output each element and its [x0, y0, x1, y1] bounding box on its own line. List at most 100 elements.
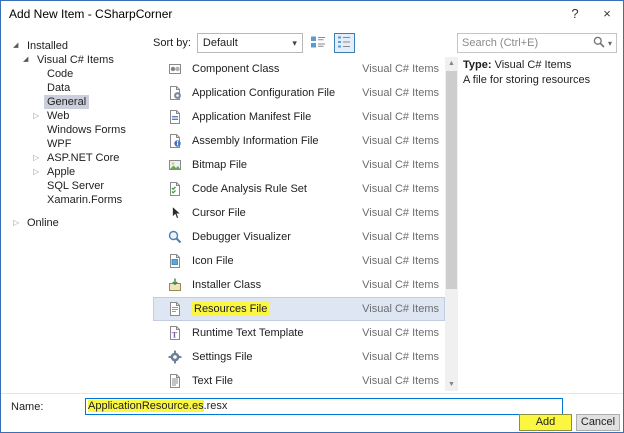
close-button[interactable]: ×	[591, 1, 623, 27]
tree-node-label: WPF	[47, 138, 72, 150]
template-item-name: Application Manifest File	[192, 111, 312, 123]
expanded-icon[interactable]: ◢	[13, 39, 24, 53]
template-item-row[interactable]: Installer Class Visual C# Items	[153, 273, 445, 297]
add-button[interactable]: Add	[519, 414, 572, 431]
application-manifest-icon	[167, 109, 183, 125]
medium-icons-view-icon	[310, 34, 326, 53]
runtime-text-template-icon: T	[167, 325, 183, 341]
template-item-row[interactable]: Application Manifest File Visual C# Items	[153, 105, 445, 129]
template-list: Component Class Visual C# Items Applicatio…	[153, 57, 445, 391]
tree-node-windows-forms[interactable]: Windows Forms	[9, 123, 149, 137]
template-item-group: Visual C# Items	[362, 135, 439, 147]
tree-node-wpf[interactable]: WPF	[9, 137, 149, 151]
template-item-name: Component Class	[192, 63, 280, 75]
small-icons-view-icon	[336, 34, 352, 53]
template-item-row[interactable]: Assembly Information File Visual C# Items	[153, 129, 445, 153]
medium-icons-view-button[interactable]	[308, 33, 329, 53]
tree-node-label: SQL Server	[47, 180, 105, 192]
template-item-row[interactable]: Code Analysis Rule Set Visual C# Items	[153, 177, 445, 201]
name-value-highlighted: ApplicationResource.es	[88, 400, 204, 412]
collapsed-icon[interactable]: ▷	[33, 165, 44, 179]
scrollbar-thumb[interactable]	[446, 71, 457, 289]
collapsed-icon[interactable]: ▷	[33, 151, 44, 165]
tree-node-data[interactable]: Data	[9, 81, 149, 95]
collapsed-icon[interactable]: ▷	[13, 216, 24, 230]
scroll-down-icon[interactable]: ▼	[445, 378, 458, 391]
tree-node-general[interactable]: General	[9, 95, 149, 109]
template-item-group: Visual C# Items	[362, 375, 439, 387]
tree-node-label: Installed	[27, 40, 68, 52]
template-item-group: Visual C# Items	[362, 279, 439, 291]
tree-node-label: Visual C# Items	[37, 54, 114, 66]
search-input[interactable]: Search (Ctrl+E)	[462, 37, 592, 49]
template-item-row[interactable]: Bitmap File Visual C# Items	[153, 153, 445, 177]
template-item-row[interactable]: Text File Visual C# Items	[153, 369, 445, 391]
category-tree: ◢ Installed ◢ Visual C# Items Code Data Genera…	[9, 39, 149, 388]
help-button[interactable]: ?	[559, 1, 591, 27]
tree-node-code[interactable]: Code	[9, 67, 149, 81]
template-item-name: Code Analysis Rule Set	[192, 183, 307, 195]
template-item-row[interactable]: Component Class Visual C# Items	[153, 57, 445, 81]
sort-by-dropdown[interactable]: Default ▾	[196, 33, 303, 53]
sort-by-label: Sort by:	[153, 37, 191, 49]
list-scrollbar[interactable]: ▲ ▼	[445, 57, 458, 391]
tree-node-sql-server[interactable]: SQL Server	[9, 179, 149, 193]
template-item-group: Visual C# Items	[362, 111, 439, 123]
resources-file-icon	[167, 301, 183, 317]
collapsed-icon[interactable]: ▷	[33, 109, 44, 123]
tree-node-online[interactable]: ▷ Online	[9, 216, 149, 230]
tree-node-label: Web	[47, 110, 70, 122]
name-input[interactable]: ApplicationResource.es.resx	[85, 398, 563, 415]
titlebar[interactable]: Add New Item - CSharpCorner ? ×	[1, 1, 623, 27]
tree-node-web[interactable]: ▷ Web	[9, 109, 149, 123]
tree-node-label: Windows Forms	[47, 124, 126, 136]
tree-node-apple[interactable]: ▷ Apple	[9, 165, 149, 179]
template-item-group: Visual C# Items	[362, 327, 439, 339]
small-icons-view-button[interactable]	[333, 33, 355, 53]
template-item-name: Assembly Information File	[192, 135, 319, 147]
search-box[interactable]: Search (Ctrl+E) ▾	[457, 33, 617, 53]
template-item-name: Resources File	[192, 302, 270, 316]
template-item-group: Visual C# Items	[362, 183, 439, 195]
template-type-line: Type: Visual C# Items	[463, 58, 617, 72]
template-item-group: Visual C# Items	[362, 159, 439, 171]
template-item-row[interactable]: Debugger Visualizer Visual C# Items	[153, 225, 445, 249]
tree-node-label: Apple	[47, 166, 76, 178]
tree-node-xamarin-forms[interactable]: Xamarin.Forms	[9, 193, 149, 207]
search-icon[interactable]	[592, 35, 606, 52]
template-item-group: Visual C# Items	[362, 351, 439, 363]
tree-node-label: General	[44, 95, 90, 109]
template-description: A file for storing resources	[463, 74, 591, 86]
debugger-visualizer-icon	[167, 229, 183, 245]
tree-node-installed[interactable]: ◢ Installed	[9, 39, 149, 53]
scroll-up-icon[interactable]: ▲	[445, 57, 458, 70]
installer-class-icon	[167, 277, 183, 293]
text-file-icon	[167, 373, 183, 389]
template-item-group: Visual C# Items	[362, 303, 439, 315]
template-item-group: Visual C# Items	[362, 255, 439, 267]
template-item-name: Cursor File	[192, 207, 246, 219]
name-label: Name:	[11, 401, 44, 413]
expanded-icon[interactable]: ◢	[23, 53, 34, 67]
window-title: Add New Item - CSharpCorner	[9, 7, 173, 21]
template-item-row[interactable]: Icon File Visual C# Items	[153, 249, 445, 273]
template-item-group: Visual C# Items	[362, 87, 439, 99]
details-panel: Type: Visual C# Items A file for storing…	[463, 58, 617, 87]
name-value-rest: .resx	[203, 400, 228, 412]
template-item-name: Icon File	[192, 255, 234, 267]
tree-node-label: Code	[47, 68, 74, 80]
template-item-row[interactable]: Application Configuration File Visual C# …	[153, 81, 445, 105]
template-item-group: Visual C# Items	[362, 63, 439, 75]
component-class-icon	[167, 61, 183, 77]
tree-node-asp-net-core[interactable]: ▷ ASP.NET Core	[9, 151, 149, 165]
tree-node-visual-c-items[interactable]: ◢ Visual C# Items	[9, 53, 149, 67]
tree-node-label: Xamarin.Forms	[47, 194, 123, 206]
template-item-row[interactable]: T Runtime Text Template Visual C# Items	[153, 321, 445, 345]
cancel-button[interactable]: Cancel	[576, 414, 620, 431]
template-item-row[interactable]: Resources File Visual C# Items	[153, 297, 445, 321]
template-item-row[interactable]: Settings File Visual C# Items	[153, 345, 445, 369]
template-item-row[interactable]: Cursor File Visual C# Items	[153, 201, 445, 225]
search-dropdown-icon[interactable]: ▾	[608, 39, 612, 48]
template-item-name: Runtime Text Template	[192, 327, 304, 339]
template-item-name: Application Configuration File	[192, 87, 336, 99]
